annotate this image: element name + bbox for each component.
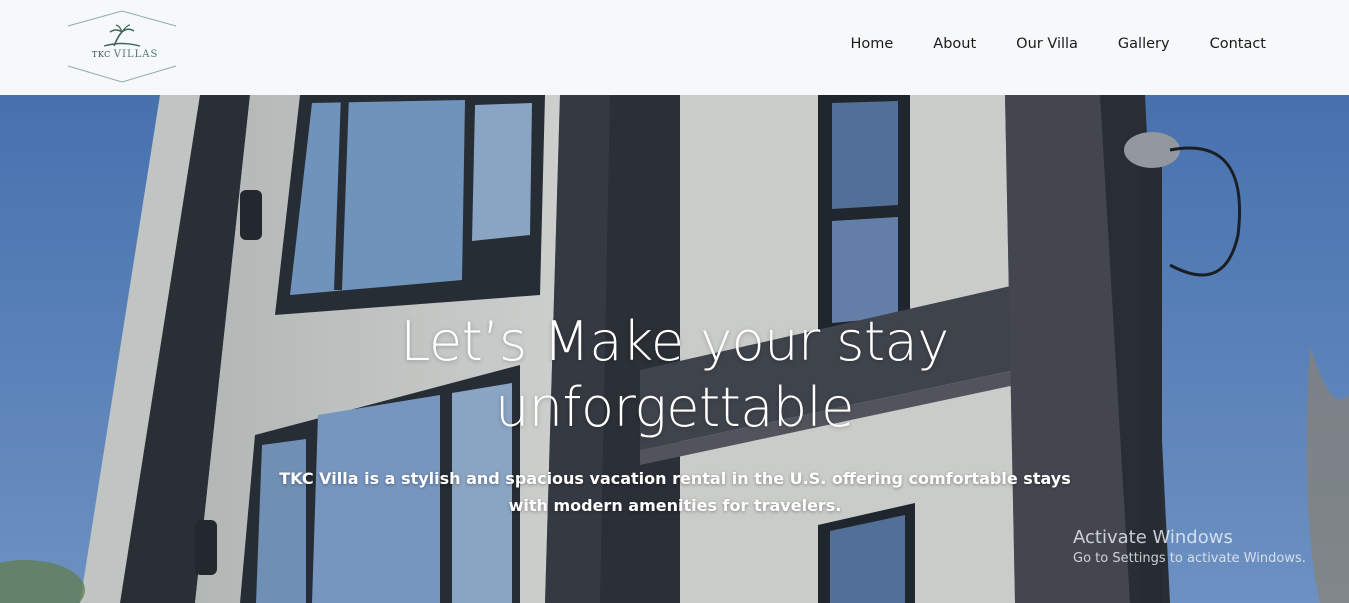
- nav-our-villa[interactable]: Our Villa: [1016, 36, 1078, 52]
- watermark-title: Activate Windows: [1073, 527, 1233, 548]
- nav-contact[interactable]: Contact: [1210, 36, 1266, 52]
- nav-about[interactable]: About: [933, 36, 976, 52]
- hero-section: Let’s Make your stay unforgettable TKC V…: [0, 95, 1349, 603]
- nav-gallery[interactable]: Gallery: [1118, 36, 1170, 52]
- logo-hexagon-graphic: [67, 10, 177, 83]
- logo-small-text: TKC: [92, 50, 111, 59]
- hero-title: Let’s Make your stay unforgettable: [0, 309, 1349, 441]
- watermark-subtitle: Go to Settings to activate Windows.: [1073, 551, 1306, 566]
- logo-wordmark: TKC VILLAS: [92, 49, 158, 60]
- hero-title-line1: Let’s Make your stay: [400, 310, 949, 373]
- hero-title-line2: unforgettable: [495, 376, 854, 439]
- site-logo[interactable]: TKC VILLAS: [66, 10, 178, 84]
- site-header: TKC VILLAS Home About Our Villa Gallery …: [0, 0, 1349, 95]
- main-nav: Home About Our Villa Gallery Contact: [810, 36, 1266, 52]
- windows-activation-watermark: Activate Windows Go to Settings to activ…: [1073, 527, 1306, 566]
- nav-home[interactable]: Home: [850, 36, 893, 52]
- hero-description: TKC Villa is a stylish and spacious vaca…: [279, 469, 1071, 515]
- logo-big-text: VILLAS: [113, 49, 159, 60]
- palm-tree-icon: [103, 24, 141, 47]
